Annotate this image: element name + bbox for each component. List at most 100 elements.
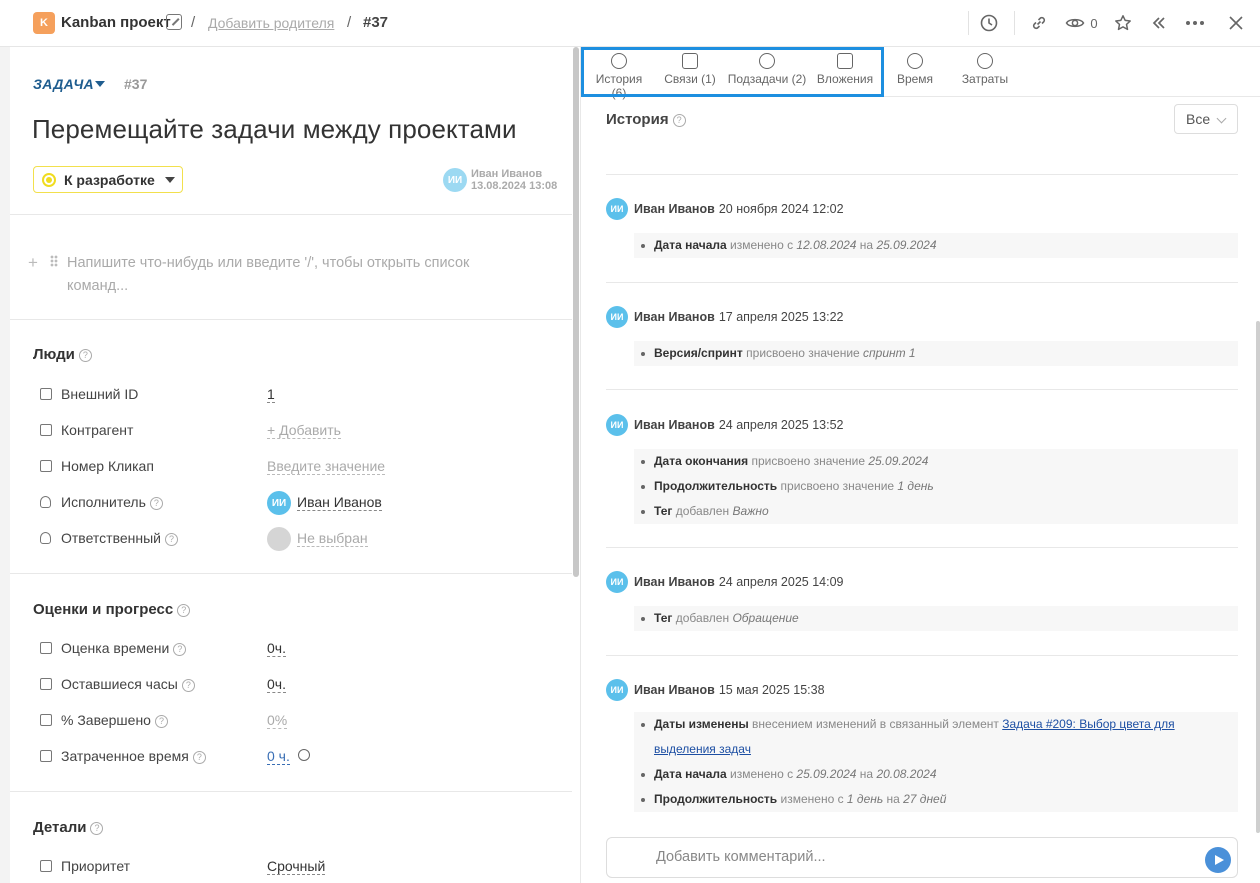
page-title[interactable]: Перемещайте задачи между проектами [32,114,517,145]
project-badge[interactable]: K [33,12,55,34]
header: K Kanban проект / Добавить родителя / #3… [0,0,1260,47]
entry-user: Иван Иванов [634,418,715,432]
change-list: Тег добавлен Обращение [634,606,1238,631]
edit-icon[interactable] [166,14,182,30]
costs-icon [977,53,993,69]
avatar: ИИ [606,571,628,593]
task-number: #37 [363,14,389,31]
divider [10,319,572,320]
change-list: Даты изменены внесением изменений в связ… [634,712,1238,812]
remaining-hours-value[interactable]: 0ч. [267,676,286,693]
assignee-value[interactable]: Иван Иванов [297,494,382,511]
field-icon [40,424,52,436]
field-row-percent: % Завершено? 0% [10,710,572,732]
drag-handle-icon[interactable] [50,255,58,267]
field-icon [40,642,52,654]
field-label: Номер Кликап [61,458,154,474]
author-name: Иван Иванов [471,168,543,180]
percent-complete-value[interactable]: 0% [267,712,288,729]
divider [10,214,572,215]
entry-user: Иван Иванов [634,683,715,697]
more-icon[interactable] [1184,12,1206,34]
clock-icon[interactable] [298,749,310,761]
field-label: Исполнитель? [61,494,163,510]
chevron-down-icon [164,176,175,183]
divider [1014,11,1015,35]
priority-value[interactable]: Срочный [267,858,326,875]
field-label: Затраченное время? [61,748,206,764]
time-estimate-value[interactable]: 0ч. [267,640,286,657]
help-icon[interactable]: ? [173,642,187,656]
divider [10,791,572,792]
history-scrollbar[interactable] [1256,321,1260,833]
entry-date: 24 апреля 2025 14:09 [718,575,844,589]
field-row-clickup: Номер Кликап Введите значение [10,456,572,478]
field-icon [40,678,52,690]
help-icon[interactable]: ? [177,603,191,617]
history-entry: ИИ Иван Иванов 17 апреля 2025 13:22 [606,305,844,329]
clickup-input[interactable]: Введите значение [267,458,386,475]
tab-costs[interactable]: Затраты [957,53,1013,86]
avatar: ИИ [606,414,628,436]
tab-time[interactable]: Время [893,53,937,86]
field-row-spent: Затраченное время? 0 ч. [10,746,572,768]
left-scrollbar[interactable] [573,47,579,577]
help-icon[interactable]: ? [181,678,195,692]
field-row-responsible: Ответственный? Не выбран [10,527,572,551]
description-editor[interactable]: Напишите что-нибудь или введите '/', что… [67,252,517,298]
entry-date: 20 ноября 2024 12:02 [718,202,844,216]
comment-input[interactable]: Добавить комментарий... [606,837,1238,878]
help-icon[interactable]: ? [672,113,686,127]
history-title: История? [606,111,686,128]
section-title-estimates: Оценки и прогресс? [33,601,191,618]
breadcrumb-separator: / [191,14,196,31]
highlight-box [581,47,884,97]
field-label: Оставшиеся часы? [61,676,195,692]
responsible-value[interactable]: Не выбран [297,530,368,547]
link-icon[interactable] [1028,12,1050,34]
field-row-external-id: Внешний ID 1 [10,384,572,406]
spent-time-value[interactable]: 0 ч. [267,748,290,765]
add-counterparty-button[interactable]: + Добавить [267,422,341,439]
divider [606,389,1238,390]
project-name[interactable]: Kanban проект [61,14,171,31]
help-icon[interactable]: ? [90,821,104,835]
status-dropdown[interactable]: К разработке [33,166,183,193]
entry-user: Иван Иванов [634,575,715,589]
tabs: История (6) Связи (1) Подзадачи (2) Влож… [581,47,1260,100]
avatar: ИИ [267,491,291,515]
eye-icon[interactable] [1064,12,1086,34]
history-filter-select[interactable]: Все [1174,104,1238,134]
help-icon[interactable]: ? [78,348,92,362]
add-parent-link[interactable]: Добавить родителя [208,15,334,31]
history-list: ИИ Иван Иванов 20 ноября 2024 12:02 Дата… [606,143,1238,833]
clock-icon [907,53,923,69]
star-icon[interactable] [1112,12,1134,34]
chevron-down-icon[interactable] [95,81,105,87]
help-icon[interactable]: ? [154,714,168,728]
field-label: Оценка времени? [61,640,187,656]
clock-icon[interactable] [978,12,1000,34]
help-icon[interactable]: ? [149,496,163,510]
help-icon[interactable]: ? [164,532,178,546]
section-title-people: Люди? [33,346,92,363]
status-dot-icon [42,172,56,187]
help-icon[interactable]: ? [192,750,206,764]
change-item: Дата окончания присвоено значение 25.09.… [634,449,1238,474]
left-edge [0,47,10,883]
divider [606,174,1238,175]
change-list: Версия/спринт присвоено значение спринт … [634,341,1238,366]
field-label: Внешний ID [61,386,139,402]
send-button[interactable] [1205,847,1231,873]
close-icon[interactable] [1225,12,1247,34]
collapse-icon[interactable] [1148,12,1170,34]
divider [606,282,1238,283]
field-label: Ответственный? [61,530,178,546]
task-type[interactable]: ЗАДАЧА [33,76,94,92]
change-item: Продолжительность присвоено значение 1 д… [634,474,1238,499]
field-label: Контрагент [61,422,134,438]
task-details-panel: ЗАДАЧА #37 Перемещайте задачи между прое… [10,47,572,883]
plus-icon[interactable]: + [28,253,38,273]
external-id-value[interactable]: 1 [267,386,275,403]
avatar: ИИ [606,679,628,701]
